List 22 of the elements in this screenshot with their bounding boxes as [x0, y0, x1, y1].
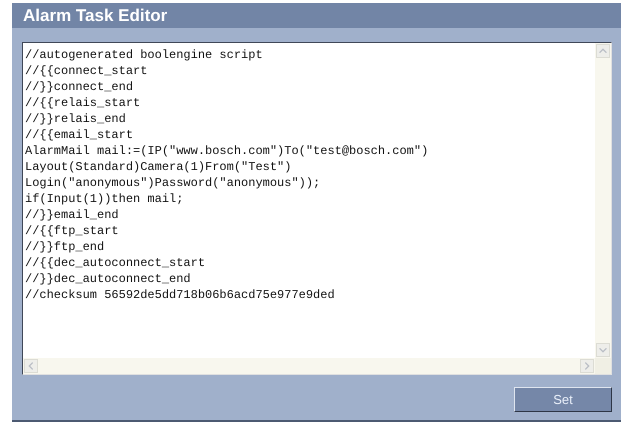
code-line: //{{dec_autoconnect_start — [25, 255, 206, 271]
code-line: if(Input(1))then mail; — [25, 191, 184, 207]
code-line: Login("anonymous")Password("anonymous")); — [25, 175, 320, 191]
code-line: //checksum 56592de5dd718b06b6acd75e977e9ded — [25, 287, 335, 303]
code-line: //}}ftp_end — [25, 239, 104, 255]
scrollbar-corner — [595, 358, 611, 374]
set-button[interactable]: Set — [514, 387, 612, 412]
code-line: //autogenerated boolengine script — [25, 47, 263, 63]
code-line: //}}email_end — [25, 207, 119, 223]
code-line: AlarmMail mail:=(IP("www.bosch.com")To("test@bosch.com") — [25, 143, 428, 159]
code-line: //}}relais_end — [25, 111, 126, 127]
panel-title: Alarm Task Editor — [12, 3, 621, 28]
vertical-scrollbar[interactable] — [595, 43, 611, 358]
code-line: //{{connect_start — [25, 63, 148, 79]
code-line: //{{email_start — [25, 127, 134, 143]
horizontal-scrollbar[interactable] — [23, 358, 595, 374]
code-line: //}}dec_autoconnect_end — [25, 271, 191, 287]
code-line: //{{relais_start — [25, 95, 140, 111]
script-field[interactable] — [22, 42, 612, 375]
code-line: //{{ftp_start — [25, 223, 119, 239]
code-line: //}}connect_end — [25, 79, 134, 95]
code-line: Layout(Standard)Camera(1)From("Test") — [25, 159, 292, 175]
